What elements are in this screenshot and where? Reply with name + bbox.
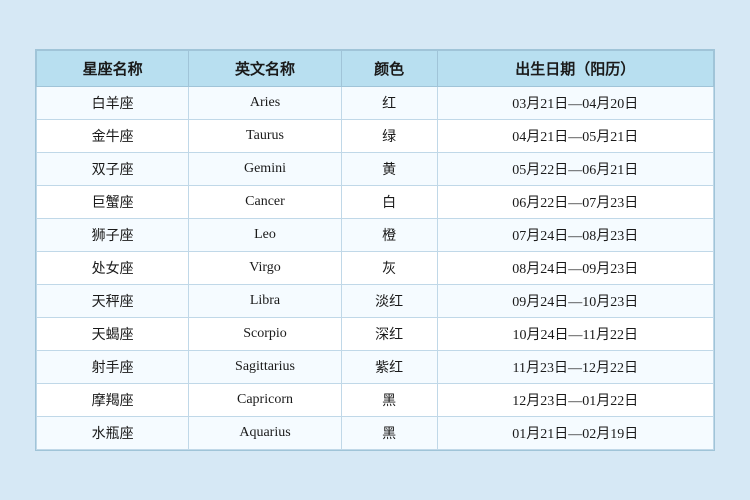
cell-0-3: 03月21日—04月20日 — [437, 87, 713, 120]
cell-7-1: Scorpio — [189, 318, 341, 351]
table-row: 水瓶座Aquarius黑01月21日—02月19日 — [37, 417, 714, 450]
cell-9-2: 黑 — [341, 384, 437, 417]
table-body: 白羊座Aries红03月21日—04月20日金牛座Taurus绿04月21日—0… — [37, 87, 714, 450]
table-row: 摩羯座Capricorn黑12月23日—01月22日 — [37, 384, 714, 417]
cell-10-2: 黑 — [341, 417, 437, 450]
zodiac-table: 星座名称英文名称颜色出生日期（阳历） 白羊座Aries红03月21日—04月20… — [36, 50, 714, 450]
cell-6-2: 淡红 — [341, 285, 437, 318]
cell-5-2: 灰 — [341, 252, 437, 285]
cell-9-0: 摩羯座 — [37, 384, 189, 417]
cell-1-1: Taurus — [189, 120, 341, 153]
cell-0-2: 红 — [341, 87, 437, 120]
cell-4-3: 07月24日—08月23日 — [437, 219, 713, 252]
header-col-0: 星座名称 — [37, 51, 189, 87]
cell-9-1: Capricorn — [189, 384, 341, 417]
cell-7-0: 天蝎座 — [37, 318, 189, 351]
cell-0-1: Aries — [189, 87, 341, 120]
cell-8-3: 11月23日—12月22日 — [437, 351, 713, 384]
cell-4-1: Leo — [189, 219, 341, 252]
table-row: 天秤座Libra淡红09月24日—10月23日 — [37, 285, 714, 318]
cell-1-2: 绿 — [341, 120, 437, 153]
table-row: 处女座Virgo灰08月24日—09月23日 — [37, 252, 714, 285]
table-row: 巨蟹座Cancer白06月22日—07月23日 — [37, 186, 714, 219]
table-header-row: 星座名称英文名称颜色出生日期（阳历） — [37, 51, 714, 87]
cell-8-2: 紫红 — [341, 351, 437, 384]
cell-1-3: 04月21日—05月21日 — [437, 120, 713, 153]
cell-10-0: 水瓶座 — [37, 417, 189, 450]
cell-0-0: 白羊座 — [37, 87, 189, 120]
header-col-1: 英文名称 — [189, 51, 341, 87]
cell-3-2: 白 — [341, 186, 437, 219]
cell-7-3: 10月24日—11月22日 — [437, 318, 713, 351]
table-row: 金牛座Taurus绿04月21日—05月21日 — [37, 120, 714, 153]
cell-2-3: 05月22日—06月21日 — [437, 153, 713, 186]
table-row: 双子座Gemini黄05月22日—06月21日 — [37, 153, 714, 186]
header-col-2: 颜色 — [341, 51, 437, 87]
table-row: 射手座Sagittarius紫红11月23日—12月22日 — [37, 351, 714, 384]
cell-2-2: 黄 — [341, 153, 437, 186]
cell-8-1: Sagittarius — [189, 351, 341, 384]
cell-10-3: 01月21日—02月19日 — [437, 417, 713, 450]
cell-3-1: Cancer — [189, 186, 341, 219]
cell-2-0: 双子座 — [37, 153, 189, 186]
cell-5-1: Virgo — [189, 252, 341, 285]
cell-4-0: 狮子座 — [37, 219, 189, 252]
cell-2-1: Gemini — [189, 153, 341, 186]
cell-5-0: 处女座 — [37, 252, 189, 285]
cell-1-0: 金牛座 — [37, 120, 189, 153]
cell-3-0: 巨蟹座 — [37, 186, 189, 219]
cell-9-3: 12月23日—01月22日 — [437, 384, 713, 417]
table-row: 白羊座Aries红03月21日—04月20日 — [37, 87, 714, 120]
zodiac-table-container: 星座名称英文名称颜色出生日期（阳历） 白羊座Aries红03月21日—04月20… — [35, 49, 715, 451]
cell-8-0: 射手座 — [37, 351, 189, 384]
cell-7-2: 深红 — [341, 318, 437, 351]
header-col-3: 出生日期（阳历） — [437, 51, 713, 87]
cell-10-1: Aquarius — [189, 417, 341, 450]
cell-3-3: 06月22日—07月23日 — [437, 186, 713, 219]
table-row: 狮子座Leo橙07月24日—08月23日 — [37, 219, 714, 252]
cell-5-3: 08月24日—09月23日 — [437, 252, 713, 285]
cell-6-0: 天秤座 — [37, 285, 189, 318]
cell-6-3: 09月24日—10月23日 — [437, 285, 713, 318]
table-row: 天蝎座Scorpio深红10月24日—11月22日 — [37, 318, 714, 351]
cell-4-2: 橙 — [341, 219, 437, 252]
cell-6-1: Libra — [189, 285, 341, 318]
